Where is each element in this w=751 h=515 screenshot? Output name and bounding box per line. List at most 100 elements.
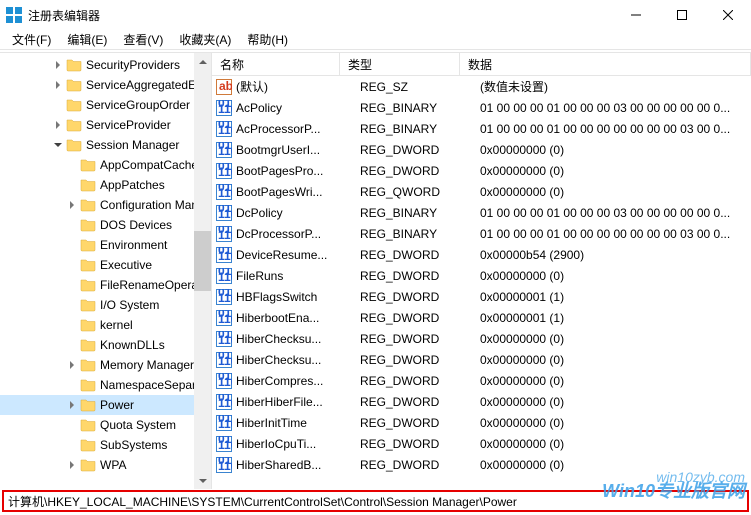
tree-item[interactable]: Memory Manager [0,355,211,375]
value-name: HiberChecksu... [236,332,360,346]
list-row[interactable]: HiberHiberFile...REG_DWORD0x00000000 (0) [212,391,751,412]
tree-item[interactable]: Power [0,395,211,415]
folder-icon [66,118,82,132]
list-row[interactable]: AcProcessorP...REG_BINARY01 00 00 00 01 … [212,118,751,139]
chevron-right-icon[interactable] [52,79,64,91]
tree-item[interactable]: AppCompatCache [0,155,211,175]
list-row[interactable]: HiberInitTimeREG_DWORD0x00000000 (0) [212,412,751,433]
chevron-right-icon[interactable] [66,399,78,411]
list-row[interactable]: HiberChecksu...REG_DWORD0x00000000 (0) [212,349,751,370]
list-header[interactable]: 名称 类型 数据 [212,53,751,76]
chevron-right-icon[interactable] [66,359,78,371]
tree-item[interactable]: Session Manager [0,135,211,155]
binary-value-icon [216,457,232,473]
tree-item[interactable]: I/O System [0,295,211,315]
menu-edit[interactable]: 编辑(E) [59,31,115,48]
chevron-down-icon[interactable] [52,139,64,151]
value-name: FileRuns [236,269,360,283]
tree-item[interactable]: AppPatches [0,175,211,195]
tree-label: WPA [100,458,126,472]
list-row[interactable]: DeviceResume...REG_DWORD0x00000b54 (2900… [212,244,751,265]
chevron-right-icon[interactable] [52,59,64,71]
folder-icon [80,218,96,232]
tree-label: KnownDLLs [100,338,165,352]
value-type: REG_DWORD [360,458,480,472]
value-type: REG_BINARY [360,206,480,220]
value-name: BootPagesPro... [236,164,360,178]
value-type: REG_DWORD [360,332,480,346]
tree-item[interactable]: Executive [0,255,211,275]
list-row[interactable]: FileRunsREG_DWORD0x00000000 (0) [212,265,751,286]
list-row[interactable]: HiberbootEna...REG_DWORD0x00000001 (1) [212,307,751,328]
list-row[interactable]: HiberChecksu...REG_DWORD0x00000000 (0) [212,328,751,349]
folder-icon [80,398,96,412]
folder-icon [66,138,82,152]
value-type: REG_SZ [360,80,480,94]
tree-item[interactable]: kernel [0,315,211,335]
tree-item[interactable]: Configuration Man [0,195,211,215]
list-row[interactable]: AcPolicyREG_BINARY01 00 00 00 01 00 00 0… [212,97,751,118]
folder-icon [80,378,96,392]
value-data: 01 00 00 00 01 00 00 00 03 00 00 00 00 0… [480,101,751,115]
tree-item[interactable]: DOS Devices [0,215,211,235]
chevron-right-icon[interactable] [66,199,78,211]
menu-file[interactable]: 文件(F) [4,31,59,48]
folder-icon [80,318,96,332]
list-row[interactable]: HBFlagsSwitchREG_DWORD0x00000001 (1) [212,286,751,307]
binary-value-icon [216,100,232,116]
folder-icon [80,338,96,352]
list-row[interactable]: BootPagesWri...REG_QWORD0x00000000 (0) [212,181,751,202]
value-name: HiberSharedB... [236,458,360,472]
value-name: AcProcessorP... [236,122,360,136]
list-row[interactable]: HiberCompres...REG_DWORD0x00000000 (0) [212,370,751,391]
tree-item[interactable]: ServiceGroupOrder [0,95,211,115]
tree-item[interactable]: SubSystems [0,435,211,455]
tree-item[interactable]: Quota System [0,415,211,435]
header-data[interactable]: 数据 [460,53,751,75]
chevron-right-icon[interactable] [66,459,78,471]
menubar: 文件(F) 编辑(E) 查看(V) 收藏夹(A) 帮助(H) [0,30,751,50]
close-button[interactable] [705,0,751,30]
tree-item[interactable]: WPA [0,455,211,475]
tree-label: SecurityProviders [86,58,180,72]
list-row[interactable]: DcPolicyREG_BINARY01 00 00 00 01 00 00 0… [212,202,751,223]
value-data: 0x00000001 (1) [480,311,751,325]
tree-item[interactable]: FileRenameOperat [0,275,211,295]
list-row[interactable]: (默认)REG_SZ(数值未设置) [212,76,751,97]
list-row[interactable]: BootPagesPro...REG_DWORD0x00000000 (0) [212,160,751,181]
value-name: HiberChecksu... [236,353,360,367]
menu-favorites[interactable]: 收藏夹(A) [171,31,239,48]
chevron-right-icon[interactable] [52,119,64,131]
tree-label: Environment [100,238,167,252]
minimize-button[interactable] [613,0,659,30]
tree-item[interactable]: SecurityProviders [0,55,211,75]
menu-view[interactable]: 查看(V) [115,31,171,48]
list-row[interactable]: DcProcessorP...REG_BINARY01 00 00 00 01 … [212,223,751,244]
value-type: REG_QWORD [360,185,480,199]
header-name[interactable]: 名称 [212,53,340,75]
tree-item[interactable]: KnownDLLs [0,335,211,355]
tree-panel[interactable]: SecurityProvidersServiceAggregatedEvServ… [0,53,212,489]
value-type: REG_DWORD [360,311,480,325]
tree-scrollbar[interactable] [194,53,211,489]
list-row[interactable]: BootmgrUserI...REG_DWORD0x00000000 (0) [212,139,751,160]
tree-item[interactable]: ServiceProvider [0,115,211,135]
values-panel: 名称 类型 数据 (默认)REG_SZ(数值未设置)AcPolicyREG_BI… [212,53,751,489]
value-data: 0x00000000 (0) [480,185,751,199]
value-data: 01 00 00 00 01 00 00 00 00 00 00 00 03 0… [480,122,751,136]
scroll-up-button[interactable] [194,53,211,70]
list-row[interactable]: HiberIoCpuTi...REG_DWORD0x00000000 (0) [212,433,751,454]
tree-item[interactable]: Environment [0,235,211,255]
value-name: BootmgrUserI... [236,143,360,157]
value-type: REG_DWORD [360,248,480,262]
binary-value-icon [216,226,232,242]
tree-item[interactable]: NamespaceSepara [0,375,211,395]
string-value-icon [216,79,232,95]
header-type[interactable]: 类型 [340,53,460,75]
scroll-down-button[interactable] [194,472,211,489]
menu-help[interactable]: 帮助(H) [239,31,296,48]
maximize-button[interactable] [659,0,705,30]
tree-item[interactable]: ServiceAggregatedEv [0,75,211,95]
value-type: REG_DWORD [360,395,480,409]
tree-label: ServiceProvider [86,118,171,132]
